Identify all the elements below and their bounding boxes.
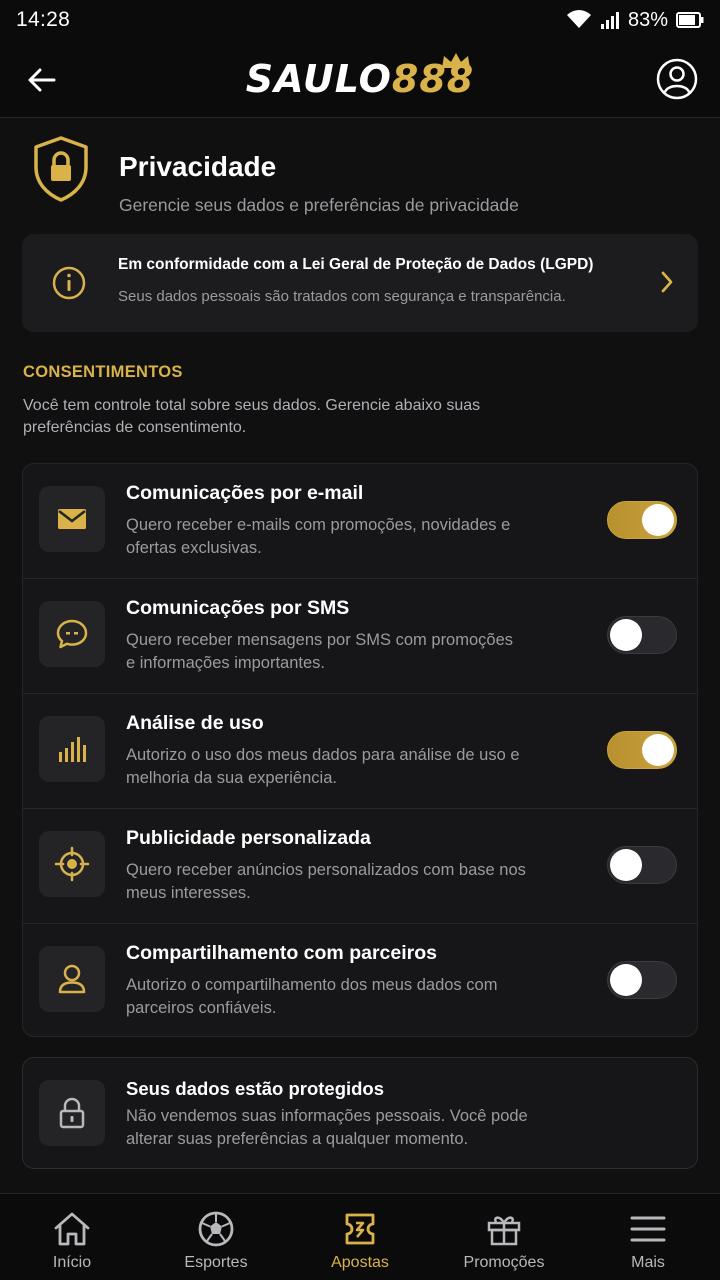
bottom-navigation: Início Esportes Apostas Promoções Mais <box>0 1193 720 1280</box>
protection-description: Não vendemos suas informações pessoais. … <box>126 1107 528 1148</box>
bar-chart-icon <box>59 737 86 762</box>
toggle-knob <box>610 964 642 996</box>
info-icon <box>52 266 86 300</box>
battery-percent: 83% <box>627 8 668 31</box>
consent-title: Comunicações por e-mail <box>126 482 364 504</box>
consent-row-partners: Compartilhamento com parceiros Autorizo … <box>23 924 697 1036</box>
battery-icon <box>676 12 704 28</box>
analytics-consent-toggle[interactable] <box>607 731 677 769</box>
consent-icon-box <box>39 946 105 1012</box>
protection-note: Seus dados estão protegidos Não vendemos… <box>22 1057 698 1169</box>
brand-logo[interactable]: SAULO 888 <box>245 52 474 104</box>
nav-item-promocoes[interactable]: Promoções <box>432 1194 576 1280</box>
protection-title: Seus dados estão protegidos <box>126 1078 385 1099</box>
lgpd-banner[interactable]: Em conformidade com a Lei Geral de Prote… <box>22 234 698 332</box>
lgpd-title: Em conformidade com a Lei Geral de Prote… <box>118 256 594 273</box>
privacy-screen: 14:28 83% SAULO 888 Privacidade Gerencie… <box>0 0 720 1280</box>
soccer-ball-icon <box>198 1211 234 1247</box>
mail-icon <box>58 509 86 529</box>
home-icon <box>54 1212 90 1246</box>
lock-icon <box>59 1097 85 1129</box>
nav-label: Início <box>52 1254 92 1271</box>
consent-row-sms: Comunicações por SMS Quero receber mensa… <box>23 579 697 694</box>
ads-consent-toggle[interactable] <box>607 846 677 884</box>
toggle-knob <box>610 619 642 651</box>
consent-title: Comunicações por SMS <box>126 597 350 619</box>
nav-label: Apostas <box>331 1254 389 1271</box>
nav-item-inicio[interactable]: Início <box>0 1194 144 1280</box>
consent-title: Análise de uso <box>126 712 264 734</box>
consent-icon-box <box>39 716 105 782</box>
protection-icon-box <box>39 1080 105 1146</box>
status-icons: 83% <box>566 9 704 32</box>
chevron-right-icon <box>661 271 673 293</box>
consent-icon-box <box>39 486 105 552</box>
toggle-knob <box>610 849 642 881</box>
consent-description: Quero receber e-mails com promoções, nov… <box>126 516 511 557</box>
partners-consent-toggle[interactable] <box>607 961 677 999</box>
account-icon[interactable] <box>656 58 698 100</box>
page-title: Privacidade <box>119 151 277 182</box>
status-time: 14:28 <box>16 8 71 31</box>
target-icon <box>54 846 90 882</box>
ticket-icon <box>345 1213 375 1245</box>
consent-description: Autorizo o uso dos meus dados para análi… <box>126 746 520 787</box>
consent-row-analytics: Análise de uso Autorizo o uso dos meus d… <box>23 694 697 809</box>
signal-icon <box>600 12 619 29</box>
user-icon <box>58 964 86 994</box>
consents-list: Comunicações por e-mail Quero receber e-… <box>22 463 698 1037</box>
back-arrow-icon[interactable] <box>26 64 58 96</box>
lgpd-description: Seus dados pessoais são tratados com seg… <box>118 288 566 305</box>
consent-title: Publicidade personalizada <box>126 827 371 849</box>
consent-description: Quero receber mensagens por SMS com prom… <box>126 631 514 672</box>
nav-item-esportes[interactable]: Esportes <box>144 1194 288 1280</box>
wifi-icon <box>566 10 591 28</box>
consents-description: Você tem controle total sobre seus dados… <box>23 397 481 436</box>
chat-icon <box>56 619 88 649</box>
nav-item-mais[interactable]: Mais <box>576 1194 720 1280</box>
consent-icon-box <box>39 831 105 897</box>
gift-icon <box>487 1216 521 1246</box>
shield-lock-icon <box>34 136 88 202</box>
consent-row-email: Comunicações por e-mail Quero receber e-… <box>23 464 697 579</box>
nav-label: Esportes <box>184 1254 248 1271</box>
toggle-knob <box>642 734 674 766</box>
nav-label: Promoções <box>463 1254 545 1271</box>
consent-row-ads: Publicidade personalizada Quero receber … <box>23 809 697 924</box>
email-consent-toggle[interactable] <box>607 501 677 539</box>
consent-icon-box <box>39 601 105 667</box>
logo-text-main: SAULO <box>245 56 392 101</box>
nav-label: Mais <box>631 1254 665 1271</box>
nav-item-apostas[interactable]: Apostas <box>288 1194 432 1280</box>
consent-description: Autorizo o compartilhamento dos meus dad… <box>126 976 498 1017</box>
page-content: Privacidade Gerencie seus dados e prefer… <box>0 119 720 1193</box>
toggle-knob <box>642 504 674 536</box>
page-subtitle: Gerencie seus dados e preferências de pr… <box>119 195 519 215</box>
consent-description: Quero receber anúncios personalizados co… <box>126 861 526 902</box>
app-header: SAULO 888 <box>0 40 720 118</box>
consent-title: Compartilhamento com parceiros <box>126 942 437 964</box>
crown-icon <box>442 52 471 68</box>
menu-icon <box>630 1216 666 1242</box>
status-bar: 14:28 83% <box>0 0 720 40</box>
page-header: Privacidade Gerencie seus dados e prefer… <box>22 135 698 215</box>
sms-consent-toggle[interactable] <box>607 616 677 654</box>
consents-heading: CONSENTIMENTOS <box>23 363 183 381</box>
